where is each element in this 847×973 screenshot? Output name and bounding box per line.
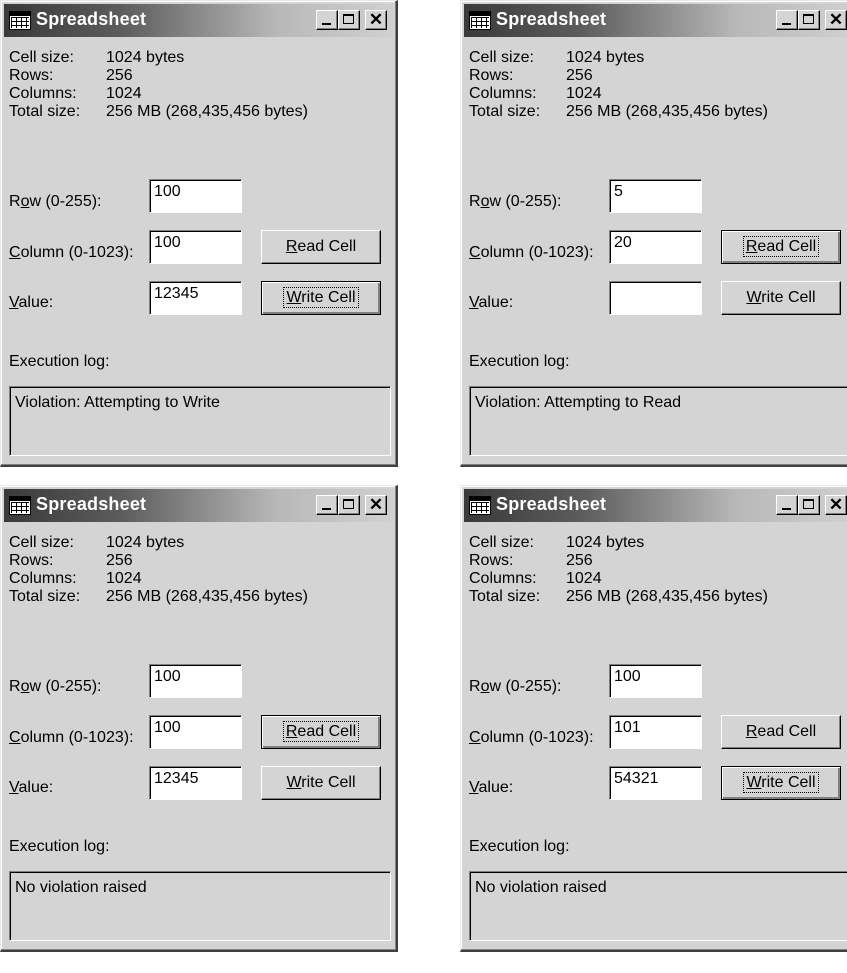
spreadsheet-window: Spreadsheet ✕ Cell size: 1024 bytes Rows… [460,0,847,467]
spreadsheet-icon[interactable] [469,496,491,515]
write-cell-button[interactable]: Write Cell [261,281,381,315]
title-bar[interactable]: Spreadsheet ✕ [464,489,847,522]
maximize-icon [803,14,814,24]
execution-log-label: Execution log: [9,353,110,370]
spreadsheet-window: Spreadsheet ✕ Cell size: 1024 bytes Rows… [460,485,847,952]
read-cell-button[interactable]: Read Cell [261,230,381,264]
spreadsheet-icon[interactable] [9,496,31,515]
value-input[interactable]: 12345 [149,281,242,315]
row-label: Row (0-255): [469,678,562,695]
maximize-icon [343,499,354,509]
row-label: Row (0-255): [9,678,102,695]
row-input[interactable]: 100 [149,179,242,213]
close-button[interactable]: ✕ [365,10,387,30]
execution-log[interactable]: Violation: Attempting to Write [9,386,391,456]
execution-log[interactable]: Violation: Attempting to Read [469,386,847,456]
column-input[interactable]: 100 [149,715,242,749]
spreadsheet-window: Spreadsheet ✕ Cell size: 1024 bytes Rows… [0,0,398,467]
column-input[interactable]: 100 [149,230,242,264]
execution-log-label: Execution log: [9,838,110,855]
maximize-button[interactable] [338,10,360,30]
write-cell-button[interactable]: Write Cell [721,281,841,315]
minimize-button[interactable] [776,495,798,515]
maximize-button[interactable] [798,495,820,515]
row-label: Row (0-255): [469,193,562,210]
close-button[interactable]: ✕ [825,495,847,515]
read-cell-button[interactable]: Read Cell [721,230,841,264]
row-label: Row (0-255): [9,193,102,210]
value-label: Value: [469,294,514,311]
minimize-icon [782,508,791,510]
execution-log-label: Execution log: [469,353,570,370]
window-title: Spreadsheet [496,9,607,29]
window-title: Spreadsheet [496,494,607,514]
value-input[interactable]: 12345 [149,766,242,800]
value-input[interactable] [609,281,702,315]
window-title: Spreadsheet [36,9,147,29]
close-button[interactable]: ✕ [365,495,387,515]
value-label: Value: [469,779,514,796]
spreadsheet-window: Spreadsheet ✕ Cell size: 1024 bytes Rows… [0,485,398,952]
maximize-icon [343,14,354,24]
maximize-button[interactable] [338,495,360,515]
column-input[interactable]: 101 [609,715,702,749]
close-icon: ✕ [368,10,384,29]
minimize-icon [782,23,791,25]
minimize-button[interactable] [776,10,798,30]
column-label: Column (0-1023): [9,729,134,746]
minimize-button[interactable] [316,495,338,515]
close-icon: ✕ [368,495,384,514]
write-cell-button[interactable]: Write Cell [261,766,381,800]
value-label: Value: [9,294,54,311]
close-icon: ✕ [828,10,844,29]
execution-log[interactable]: No violation raised [9,871,391,941]
close-button[interactable]: ✕ [825,10,847,30]
minimize-icon [322,508,331,510]
minimize-button[interactable] [316,10,338,30]
row-input[interactable]: 100 [609,664,702,698]
row-input[interactable]: 100 [149,664,242,698]
spreadsheet-icon[interactable] [469,11,491,30]
title-bar[interactable]: Spreadsheet ✕ [4,489,393,522]
window-title: Spreadsheet [36,494,147,514]
spreadsheet-icon[interactable] [9,11,31,30]
execution-log[interactable]: No violation raised [469,871,847,941]
row-input[interactable]: 5 [609,179,702,213]
column-input[interactable]: 20 [609,230,702,264]
read-cell-button[interactable]: Read Cell [261,715,381,749]
read-cell-button[interactable]: Read Cell [721,715,841,749]
title-bar[interactable]: Spreadsheet ✕ [4,4,393,37]
close-icon: ✕ [828,495,844,514]
column-label: Column (0-1023): [469,244,594,261]
minimize-icon [322,23,331,25]
column-label: Column (0-1023): [9,244,134,261]
title-bar[interactable]: Spreadsheet ✕ [464,4,847,37]
maximize-icon [803,499,814,509]
execution-log-label: Execution log: [469,838,570,855]
value-input[interactable]: 54321 [609,766,702,800]
column-label: Column (0-1023): [469,729,594,746]
maximize-button[interactable] [798,10,820,30]
value-label: Value: [9,779,54,796]
write-cell-button[interactable]: Write Cell [721,766,841,800]
